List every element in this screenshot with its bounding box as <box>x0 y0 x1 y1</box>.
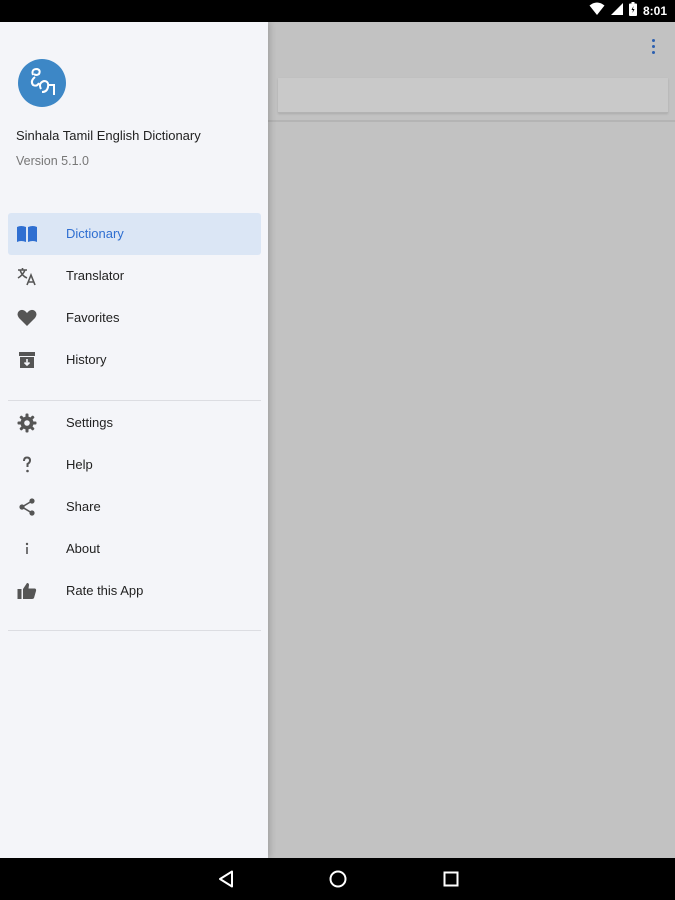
translate-icon <box>16 265 38 287</box>
system-nav-bar <box>0 858 675 900</box>
menu-item-share[interactable]: Share <box>8 486 261 528</box>
overflow-menu-icon[interactable] <box>643 34 663 58</box>
heart-icon <box>16 307 38 329</box>
menu-item-settings[interactable]: Settings <box>8 402 261 444</box>
menu-item-label: Share <box>66 499 101 514</box>
archive-icon <box>16 349 38 371</box>
toolbar-divider <box>268 120 675 122</box>
status-icons: 8:01 <box>589 1 667 21</box>
drawer-app-name: Sinhala Tamil English Dictionary <box>16 128 201 143</box>
share-icon <box>16 496 38 518</box>
menu-divider <box>8 400 261 401</box>
menu-item-history[interactable]: History <box>8 339 261 381</box>
search-input[interactable] <box>278 78 668 113</box>
primary-menu: Dictionary Translator Favorites History <box>8 213 261 381</box>
secondary-menu: Settings Help Share About Rate this App <box>8 402 261 612</box>
menu-item-label: Rate this App <box>66 583 144 598</box>
home-icon[interactable] <box>327 868 349 890</box>
navigation-drawer: Sinhala Tamil English Dictionary Version… <box>0 22 268 858</box>
drawer-app-version: Version 5.1.0 <box>16 154 89 168</box>
menu-item-label: Dictionary <box>66 226 124 241</box>
thumbs-up-icon <box>16 580 38 602</box>
menu-item-translator[interactable]: Translator <box>8 255 261 297</box>
battery-icon <box>628 1 637 21</box>
menu-item-about[interactable]: About <box>8 528 261 570</box>
recents-icon[interactable] <box>440 868 462 890</box>
status-bar: 8:01 <box>0 0 675 22</box>
menu-item-favorites[interactable]: Favorites <box>8 297 261 339</box>
menu-item-label: Settings <box>66 415 113 430</box>
menu-divider <box>8 630 261 631</box>
menu-item-label: About <box>66 541 100 556</box>
signal-icon <box>610 2 623 20</box>
info-icon <box>16 538 38 560</box>
menu-item-help[interactable]: Help <box>8 444 261 486</box>
menu-item-label: Help <box>66 457 93 472</box>
book-icon <box>16 223 38 245</box>
menu-item-label: Translator <box>66 268 125 283</box>
menu-item-label: Favorites <box>66 310 120 325</box>
help-icon <box>16 454 38 476</box>
gear-icon <box>16 412 38 434</box>
app-logo <box>18 59 66 107</box>
menu-item-label: History <box>66 352 107 367</box>
back-icon[interactable] <box>215 868 237 890</box>
menu-item-rate-app[interactable]: Rate this App <box>8 570 261 612</box>
wifi-icon <box>589 2 605 21</box>
menu-item-dictionary[interactable]: Dictionary <box>8 213 261 255</box>
status-time: 8:01 <box>642 4 667 18</box>
